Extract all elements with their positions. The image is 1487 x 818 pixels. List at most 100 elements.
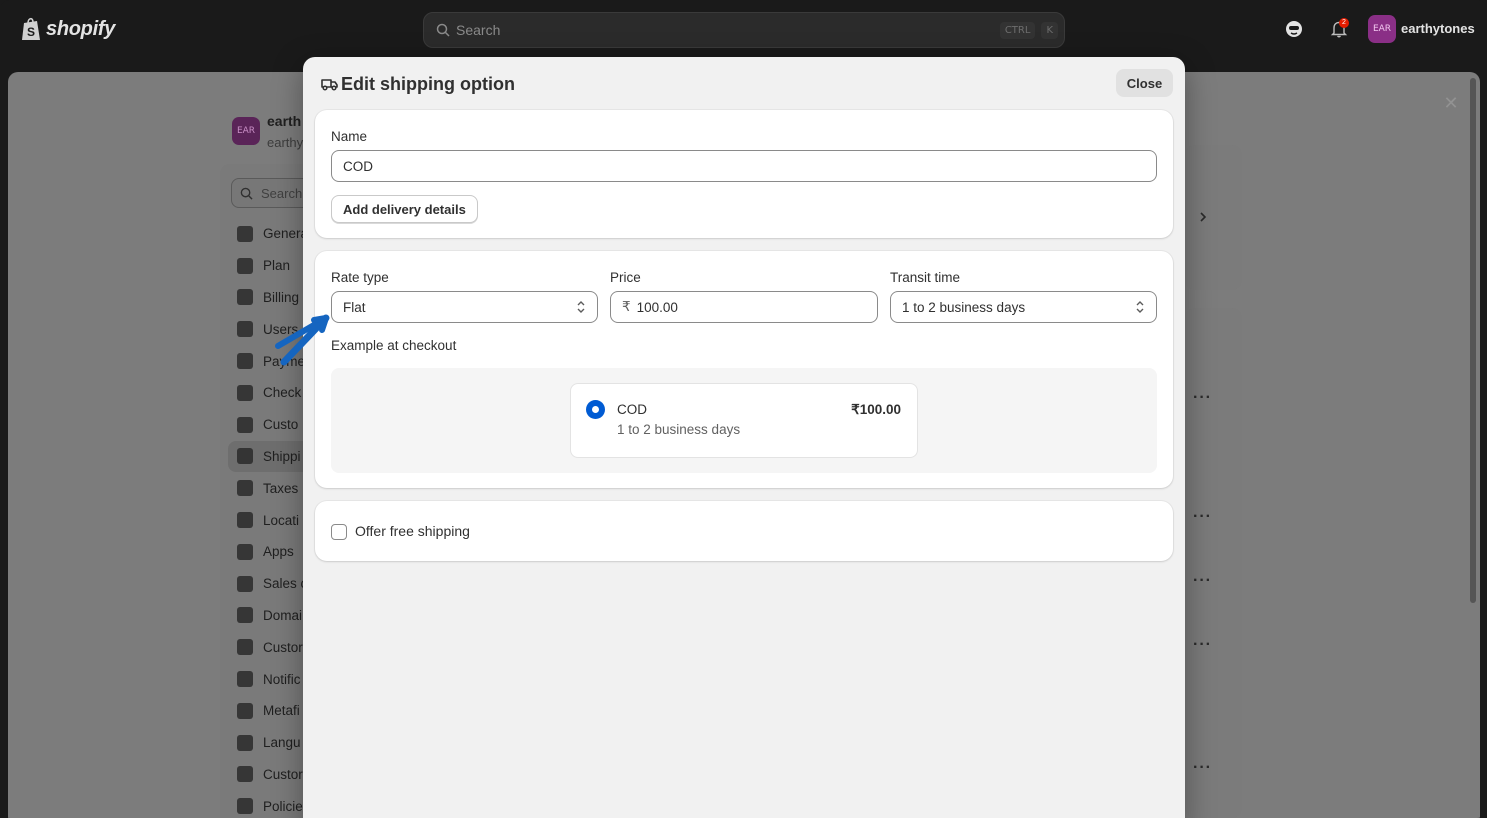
sidebar-item-icon <box>237 480 253 497</box>
modal-header: Edit shipping option Close <box>303 57 1185 109</box>
sidebar-store-avatar: EAR <box>232 117 260 145</box>
top-bar: S shopify Search CTRL K 2 EAR earthytone… <box>0 0 1487 60</box>
sidebar-search-placeholder: Search <box>261 185 303 201</box>
sidebar-item-label: Billing <box>263 289 300 305</box>
sidebar-item-label: Domai <box>263 607 303 623</box>
price-label: Price <box>610 270 641 285</box>
sidebar-item-icon <box>237 448 253 465</box>
more-actions-icon[interactable]: ··· <box>1193 508 1212 526</box>
sidebar-item-icon <box>237 289 253 306</box>
sidebar-item-label: Notific <box>263 671 301 687</box>
sidebar-item-icon <box>237 734 253 751</box>
sidebar-item-icon <box>237 321 253 338</box>
sidebar-item-icon <box>237 766 253 783</box>
search-icon <box>240 187 253 200</box>
truck-icon <box>321 79 338 91</box>
sidebar-item-icon <box>237 575 253 592</box>
preview-option-days: 1 to 2 business days <box>617 422 741 437</box>
sidebar-item-label: Custo <box>263 417 299 433</box>
example-at-checkout-label: Example at checkout <box>331 338 457 353</box>
store-avatar[interactable]: EAR <box>1368 15 1396 43</box>
notification-badge: 2 <box>1339 18 1349 28</box>
free-shipping-card: Offer free shipping <box>315 501 1173 561</box>
sidebar-item-label: Policie <box>263 798 303 814</box>
rate-type-label: Rate type <box>331 270 389 285</box>
currency-prefix: ₹ <box>622 299 631 314</box>
transit-time-label: Transit time <box>890 270 961 285</box>
radio-selected <box>586 400 605 419</box>
select-chevron-icon <box>577 301 585 313</box>
sidebar-item-icon <box>237 384 253 401</box>
sidebar-item-label: Locati <box>263 512 300 528</box>
sidebar-item-icon <box>237 607 253 624</box>
store-name[interactable]: earthytones <box>1401 21 1475 36</box>
sidebar-item-icon <box>237 702 253 719</box>
add-delivery-details-button[interactable]: Add delivery details <box>331 195 478 223</box>
rate-card: Rate type Flat Price ₹ 100.00 Transit ti… <box>315 251 1173 488</box>
checkout-preview: COD 1 to 2 business days ₹100.00 <box>331 368 1157 473</box>
sidebar-item-label: Custor <box>263 766 303 782</box>
sidebar-item-icon <box>237 257 253 274</box>
sidebar-item-icon <box>237 512 253 529</box>
sidebar-item-label: Taxes <box>263 480 299 496</box>
more-actions-icon[interactable]: ··· <box>1193 572 1212 590</box>
sidebar-item-icon <box>237 639 253 656</box>
more-actions-icon[interactable]: ··· <box>1193 636 1212 654</box>
sidekick-icon[interactable] <box>1283 18 1305 40</box>
bg-card <box>1185 145 1242 290</box>
sidebar-item-label: Genera <box>263 226 309 242</box>
sidebar-item-icon <box>237 671 253 688</box>
sidebar-item-label: Metafi <box>263 703 300 719</box>
rate-type-value: Flat <box>343 299 366 315</box>
sidebar-item-icon <box>237 416 253 433</box>
global-search[interactable]: Search CTRL K <box>423 12 1065 48</box>
close-button[interactable]: Close <box>1116 69 1173 97</box>
settings-close-icon[interactable]: ✕ <box>1440 92 1462 114</box>
bg-card <box>1185 308 1242 818</box>
shopify-logo[interactable]: S shopify <box>20 16 115 42</box>
app-window: S shopify Search CTRL K 2 EAR earthytone… <box>0 0 1487 818</box>
edit-shipping-modal: Edit shipping option Close Name COD Add … <box>303 57 1185 818</box>
sidebar-item-label: Sales c <box>263 576 308 592</box>
sidebar-item-label: Plan <box>263 258 291 274</box>
rate-type-select[interactable]: Flat <box>331 291 598 323</box>
name-label: Name <box>331 129 368 144</box>
transit-time-value: 1 to 2 business days <box>902 299 1026 315</box>
more-actions-icon[interactable]: ··· <box>1193 759 1212 777</box>
sidebar-item-label: Check <box>263 385 302 401</box>
more-actions-icon[interactable]: ··· <box>1193 389 1212 407</box>
sidebar-item-icon <box>237 353 253 370</box>
transit-time-select[interactable]: 1 to 2 business days <box>890 291 1157 323</box>
annotation-arrow-icon <box>275 314 330 366</box>
sidebar-item-label: Shippi <box>263 448 301 464</box>
svg-text:S: S <box>27 25 35 39</box>
sidebar-item-icon <box>237 225 253 242</box>
sidebar-item-label: Apps <box>263 544 294 560</box>
name-input[interactable]: COD <box>331 150 1157 182</box>
shortcut-ctrl: CTRL <box>999 21 1036 39</box>
shortcut-k: K <box>1041 21 1058 39</box>
free-shipping-checkbox[interactable] <box>331 524 347 540</box>
scrollbar[interactable] <box>1470 78 1476 603</box>
sidebar-item-label: Custor <box>263 639 303 655</box>
sidebar-store-name: earth <box>267 113 302 129</box>
search-placeholder: Search <box>456 22 501 38</box>
sidebar-item-icon <box>237 798 253 815</box>
brand-name: shopify <box>46 17 116 40</box>
sidebar-store-handle: earthy <box>267 135 304 150</box>
sidebar-item-label: Langu <box>263 735 301 751</box>
select-chevron-icon <box>1136 301 1144 313</box>
price-value: 100.00 <box>636 299 678 315</box>
price-input[interactable]: ₹ 100.00 <box>610 291 878 323</box>
preview-option-price: ₹100.00 <box>851 402 901 417</box>
free-shipping-label[interactable]: Offer free shipping <box>355 523 470 539</box>
sidebar-item-icon <box>237 543 253 560</box>
shipping-option-preview: COD 1 to 2 business days ₹100.00 <box>570 383 918 458</box>
shopify-bag-icon: S <box>22 17 40 40</box>
search-icon <box>436 23 450 37</box>
name-input-value: COD <box>343 158 373 174</box>
preview-option-name: COD <box>617 402 647 417</box>
chevron-right-icon[interactable] <box>1196 210 1210 224</box>
modal-title: Edit shipping option <box>341 74 515 94</box>
name-card: Name COD Add delivery details <box>315 110 1173 238</box>
